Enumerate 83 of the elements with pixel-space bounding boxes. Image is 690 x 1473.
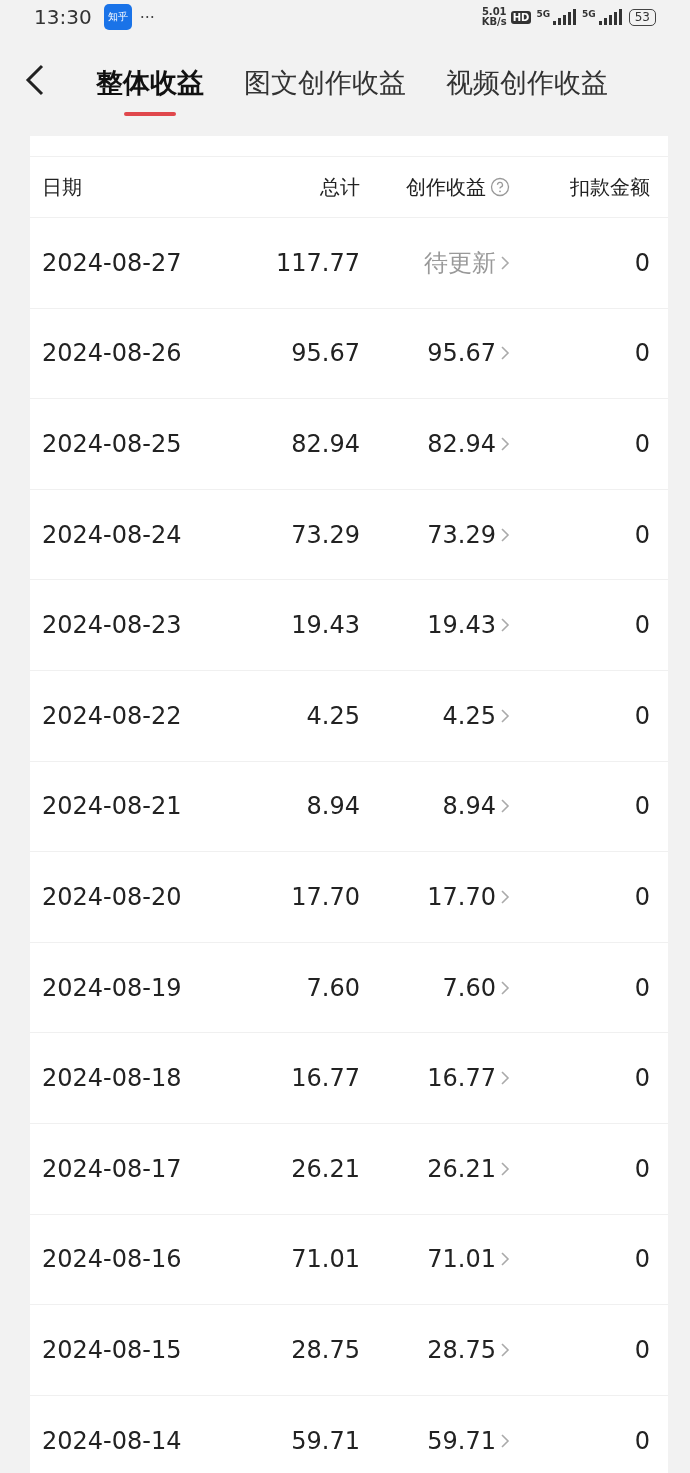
deduction-cell-text: 0 [633,1426,650,1455]
hd-badge: HD [510,10,532,24]
creation-income-cell[interactable]: 4.25 [442,701,496,730]
deduction-cell-text: 0 [633,1064,650,1093]
creation-income-cell[interactable]: 82.94 [427,430,496,458]
date-cell-text: 2024-08-16 [42,1245,183,1274]
chevron-right-icon[interactable] [500,346,510,361]
column-header: 扣款金额 [569,173,650,201]
deduction-cell-text: 0 [633,611,650,640]
chevron-right-icon[interactable] [500,437,510,451]
date-cell-text: 2024-08-24 [42,520,183,549]
total-cell-text: 82.94 [290,430,360,458]
chevron-right-icon[interactable] [500,1433,510,1448]
deduction-cell-text: 0 [633,1154,650,1183]
app-icon: 知乎 [103,4,132,30]
creation-income-cell[interactable]: 59.71 [427,1426,496,1455]
network-speed: 5.01 KB/s [481,7,507,27]
total-cell-text: 4.25 [305,701,360,730]
deduction-cell-text: 0 [633,1245,650,1274]
deduction-cell-text: 0 [633,339,650,368]
chevron-right-icon[interactable] [500,980,510,995]
battery-indicator: 53 [628,8,656,26]
date-cell-text: 2024-08-21 [42,792,183,821]
chevron-right-icon[interactable] [500,708,510,723]
total-cell-text: 17.70 [290,882,360,911]
creation-income-cell[interactable]: 8.94 [442,792,496,821]
column-header: 日期 [42,173,83,201]
date-cell-text: 2024-08-18 [42,1064,183,1093]
deduction-cell-text: 0 [633,792,650,821]
creation-income-cell[interactable]: 7.60 [442,973,496,1002]
creation-income-cell[interactable]: 71.01 [427,1245,496,1274]
deduction-cell-text: 0 [633,701,650,730]
tab[interactable]: 图文创作收益 [224,50,426,116]
tab[interactable]: 视频创作收益 [426,50,628,116]
chevron-right-icon[interactable] [500,1161,510,1176]
help-icon[interactable] [490,177,510,197]
chevron-right-icon[interactable] [500,527,510,542]
total-cell-text: 19.43 [290,611,360,640]
chevron-right-icon[interactable] [500,255,510,270]
chevron-right-icon[interactable] [500,1252,510,1267]
notification-dots: ··· [139,7,155,27]
date-cell-text: 2024-08-23 [42,611,183,640]
deduction-cell-text: 0 [633,882,650,911]
creation-income-cell[interactable]: 95.67 [427,339,496,368]
chevron-right-icon[interactable] [500,1342,510,1357]
total-cell-text: 71.01 [290,1245,360,1274]
total-cell-text: 73.29 [290,520,360,549]
date-cell-text: 2024-08-22 [42,701,183,730]
deduction-cell-text: 0 [633,248,650,277]
date-cell-text: 2024-08-19 [42,973,183,1002]
total-cell-text: 95.67 [290,339,360,368]
date-cell-text: 2024-08-17 [42,1154,183,1183]
creation-income-cell[interactable]: 16.77 [427,1064,496,1093]
deduction-cell-text: 0 [633,430,650,458]
column-header: 创作收益 [406,173,486,201]
column-header: 总计 [319,173,360,201]
creation-income-cell[interactable]: 26.21 [427,1154,496,1183]
tab[interactable]: 整体收益 [76,50,224,116]
date-cell-text: 2024-08-15 [42,1335,183,1364]
total-cell-text: 16.77 [290,1064,360,1093]
creation-income-cell[interactable]: 19.43 [427,611,496,640]
deduction-cell-text: 0 [633,1335,650,1364]
chevron-right-icon[interactable] [500,799,510,814]
date-cell-text: 2024-08-27 [42,248,183,277]
date-cell-text: 2024-08-14 [42,1426,183,1455]
chevron-right-icon[interactable] [500,1071,510,1086]
creation-income-cell[interactable]: 73.29 [427,520,496,549]
total-cell-text: 8.94 [305,792,360,821]
total-cell-text: 28.75 [290,1335,360,1364]
status-time: 13:30 [34,5,92,29]
deduction-cell-text: 0 [633,520,650,549]
total-cell-text: 26.21 [290,1154,360,1183]
date-cell-text: 2024-08-20 [42,882,183,911]
chevron-right-icon[interactable] [500,618,510,633]
date-cell-text: 2024-08-26 [42,339,183,368]
total-cell-text: 117.77 [275,248,360,277]
total-cell-text: 7.60 [305,973,360,1002]
total-cell-text: 59.71 [290,1426,360,1455]
date-cell-text: 2024-08-25 [42,430,183,458]
creation-income-cell[interactable]: 28.75 [427,1335,496,1364]
chevron-right-icon[interactable] [500,889,510,904]
creation-income-cell[interactable]: 17.70 [427,882,496,911]
deduction-cell-text: 0 [633,973,650,1002]
